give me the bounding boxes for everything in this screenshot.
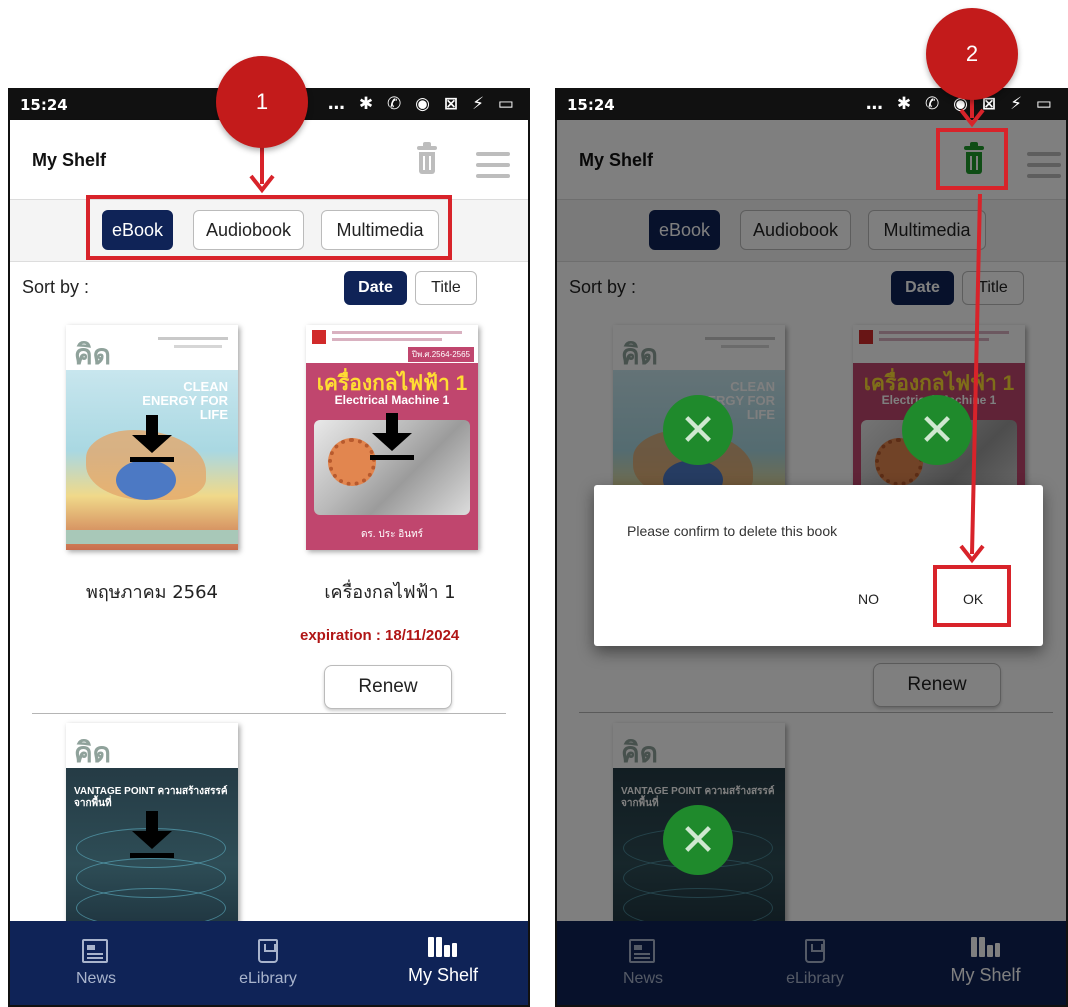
delete-x-icon[interactable]: ✕: [902, 395, 972, 465]
hamburger-menu-icon[interactable]: [476, 152, 510, 178]
nav-my-shelf[interactable]: My Shelf: [354, 921, 528, 1005]
bottom-nav: News eLibrary My Shelf: [10, 921, 528, 1005]
trash-icon[interactable]: [414, 142, 440, 176]
download-icon[interactable]: [130, 415, 174, 465]
nav-label: My Shelf: [407, 965, 479, 985]
highlight-ok: [933, 565, 1011, 627]
book-cover[interactable]: คิด CLEAN ENERGY FOR LIFE: [66, 325, 238, 550]
step-badge-1: 1: [216, 56, 308, 148]
book-cover[interactable]: คิด VANTAGE POINT ความสร้างสรรค์จากพื้นท…: [66, 723, 238, 933]
dialog-no-button[interactable]: NO: [858, 591, 879, 607]
library-icon: [258, 939, 278, 963]
shelf-icon: [428, 933, 457, 957]
news-icon: [82, 939, 108, 963]
status-icons: … ✱ ✆ ◉ ⊠ ⚡ ▭: [327, 94, 518, 114]
sort-label: Sort by :: [22, 277, 90, 297]
delete-x-icon[interactable]: ✕: [663, 395, 733, 465]
divider: [32, 713, 506, 714]
phone-screen-delete-confirm: 15:24 … ✱ ✆ ◉ ⊠ ⚡ ▭ My Shelf eBook Audio…: [555, 88, 1068, 1007]
nav-news[interactable]: News: [10, 921, 182, 1005]
delete-x-icon[interactable]: ✕: [663, 805, 733, 875]
sort-row: Sort by : Date Title: [10, 262, 528, 317]
sort-title-button[interactable]: Title: [415, 271, 477, 305]
tutorial-page: 15:24 … ✱ ✆ ◉ ⊠ ⚡ ▭ My Shelf eBook Audio…: [0, 0, 1068, 1007]
nav-label: eLibrary: [239, 970, 297, 987]
page-title: My Shelf: [32, 150, 107, 170]
status-time: 15:24: [567, 96, 615, 114]
book-title: พฤษภาคม 2564: [85, 582, 219, 603]
cover-title-en: Electrical Machine 1: [334, 393, 450, 407]
book-title: เครื่องกลไฟฟ้า 1: [324, 582, 456, 603]
download-icon[interactable]: [370, 413, 414, 463]
cover-author: ดร. ประ อินทร์: [360, 529, 424, 540]
nav-elibrary[interactable]: eLibrary: [182, 921, 354, 1005]
renew-button[interactable]: Renew: [324, 665, 452, 709]
status-time: 15:24: [20, 96, 68, 114]
cover-year: ปีพ.ศ.2564-2565: [407, 347, 474, 362]
book-cover[interactable]: ปีพ.ศ.2564-2565 เครื่องกลไฟฟ้า 1 Electri…: [306, 325, 478, 550]
dialog-message: Please confirm to delete this book: [627, 523, 838, 539]
highlight-tabs: [86, 195, 452, 260]
highlight-trash: [936, 128, 1008, 190]
download-icon[interactable]: [130, 811, 174, 861]
cover-caption: VANTAGE POINT ความสร้างสรรค์จากพื้นที่: [74, 786, 228, 809]
nav-label: News: [75, 970, 116, 987]
step-badge-2: 2: [926, 8, 1018, 100]
expiration-date: expiration : 18/11/2024: [300, 627, 460, 644]
sort-date-button[interactable]: Date: [344, 271, 407, 305]
